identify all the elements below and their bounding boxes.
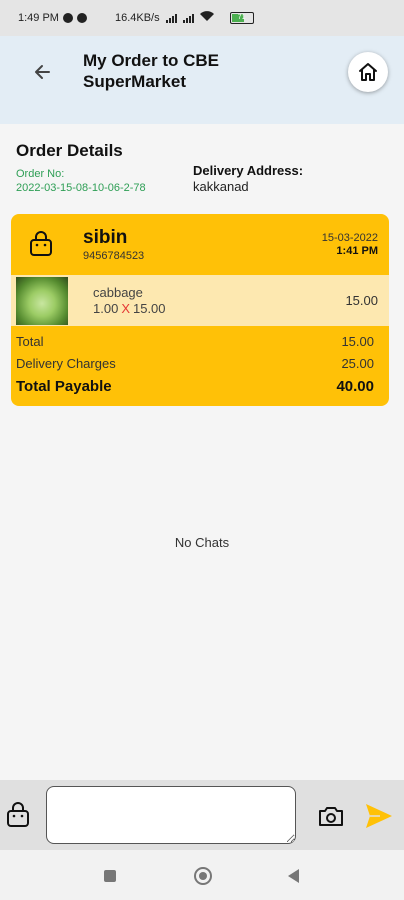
status-bar: 1:49 PM 16.4KB/s 71 bbox=[0, 0, 404, 36]
shopping-bag-icon bbox=[29, 231, 53, 257]
delivery-charges-value: 25.00 bbox=[341, 356, 374, 371]
delivery-address-value: kakkanad bbox=[193, 179, 249, 194]
page-title: My Order to CBE SuperMarket bbox=[83, 51, 220, 91]
order-time: 1:41 PM bbox=[336, 245, 378, 257]
signal-icon-2 bbox=[182, 13, 194, 23]
status-time: 1:49 PM bbox=[18, 12, 59, 24]
order-date: 15-03-2022 bbox=[321, 232, 378, 244]
notification-icon bbox=[62, 13, 73, 23]
customer-phone: 9456784523 bbox=[83, 250, 145, 262]
send-icon[interactable] bbox=[364, 802, 394, 830]
message-input[interactable] bbox=[46, 786, 296, 844]
item-times-sign: X bbox=[121, 301, 130, 316]
signal-icon bbox=[165, 13, 177, 23]
order-details-title: Order Details bbox=[16, 141, 123, 160]
no-chats-message: No Chats bbox=[174, 535, 230, 550]
back-arrow-icon[interactable] bbox=[28, 58, 56, 86]
customer-name: sibin bbox=[83, 227, 128, 248]
item-amount: 15.00 bbox=[345, 293, 378, 308]
delivery-charges-label: Delivery Charges bbox=[16, 356, 116, 371]
notification-icon-2 bbox=[76, 13, 87, 23]
camera-icon[interactable] bbox=[317, 804, 345, 828]
total-payable-label: Total Payable bbox=[16, 378, 112, 395]
order-no-value: 2022-03-15-08-10-06-2-78 bbox=[16, 182, 146, 194]
network-speed: 16.4KB/s bbox=[114, 12, 160, 24]
system-nav-bar bbox=[0, 850, 404, 900]
order-card: sibin 9456784523 15-03-2022 1:41 PM cabb… bbox=[11, 214, 389, 406]
total-row: Total 15.00 bbox=[16, 334, 374, 349]
home-button[interactable] bbox=[348, 52, 388, 92]
delivery-charges-row: Delivery Charges 25.00 bbox=[16, 356, 374, 371]
chat-input-bar bbox=[0, 780, 404, 850]
home-nav-button[interactable] bbox=[194, 867, 212, 885]
wifi-icon bbox=[199, 11, 214, 25]
item-unit-price: 15.00 bbox=[132, 301, 166, 316]
back-nav-button[interactable] bbox=[288, 869, 299, 883]
item-name: cabbage bbox=[93, 285, 143, 300]
app-bar: My Order to CBE SuperMarket bbox=[0, 36, 404, 124]
order-content: Order Details Order No: 2022-03-15-08-10… bbox=[0, 124, 404, 780]
shopping-bag-icon[interactable] bbox=[6, 802, 30, 828]
item-quantity: 1.00 X 15.00 bbox=[93, 301, 166, 316]
cabbage-image bbox=[16, 277, 68, 325]
delivery-address-label: Delivery Address: bbox=[193, 163, 304, 178]
order-no-label: Order No: bbox=[16, 168, 65, 180]
battery-icon: 71 bbox=[229, 12, 254, 24]
total-label: Total bbox=[16, 334, 44, 349]
total-value: 15.00 bbox=[341, 334, 374, 349]
list-item: cabbage 1.00 X 15.00 15.00 bbox=[11, 275, 389, 326]
item-qty-value: 1.00 bbox=[93, 301, 119, 316]
home-icon bbox=[359, 63, 377, 81]
total-payable-row: Total Payable 40.00 bbox=[16, 378, 374, 395]
recents-button[interactable] bbox=[104, 870, 116, 882]
total-payable-value: 40.00 bbox=[336, 378, 374, 395]
battery-level: 71 bbox=[237, 14, 246, 21]
